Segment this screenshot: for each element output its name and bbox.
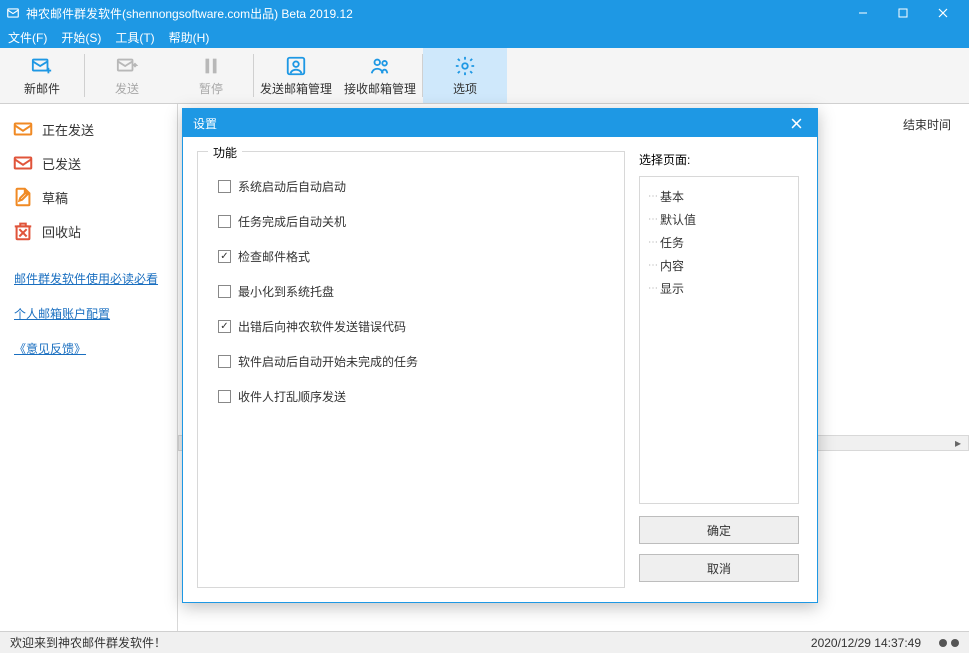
tree-item-label: 默认值 bbox=[660, 211, 696, 228]
checkbox[interactable] bbox=[218, 390, 231, 403]
scroll-right-icon[interactable]: ▸ bbox=[948, 436, 968, 450]
toolbar-label: 选项 bbox=[453, 80, 477, 97]
dialog-title: 设置 bbox=[193, 115, 217, 132]
tree-node-icon: ⋯ bbox=[648, 191, 657, 202]
column-end-time: 结束时间 bbox=[903, 116, 951, 133]
sidebar-label: 正在发送 bbox=[42, 120, 94, 139]
sidebar-item-trash[interactable]: 回收站 bbox=[0, 214, 177, 248]
tree-item[interactable]: ⋯内容 bbox=[646, 254, 792, 277]
option-row[interactable]: 出错后向神农软件发送错误代码 bbox=[218, 318, 604, 335]
close-button[interactable] bbox=[923, 0, 963, 26]
trash-icon bbox=[12, 220, 34, 242]
option-row[interactable]: 收件人打乱顺序发送 bbox=[218, 388, 604, 405]
checkbox[interactable] bbox=[218, 180, 231, 193]
tree-item-label: 基本 bbox=[660, 188, 684, 205]
dialog-title-bar: 设置 bbox=[183, 109, 817, 137]
select-page-label: 选择页面: bbox=[639, 151, 799, 168]
sidebar-item-sent[interactable]: 已发送 bbox=[0, 146, 177, 180]
toolbar-options[interactable]: 选项 bbox=[423, 48, 507, 103]
toolbar-recv-mgmt[interactable]: 接收邮箱管理 bbox=[338, 48, 422, 103]
option-row[interactable]: 系统启动后自动启动 bbox=[218, 178, 604, 195]
group-label: 功能 bbox=[208, 144, 242, 161]
option-label: 软件启动后自动开始未完成的任务 bbox=[238, 353, 418, 370]
status-welcome: 欢迎来到神农邮件群发软件！ bbox=[10, 634, 166, 651]
mail-sent-icon bbox=[12, 152, 34, 174]
close-icon bbox=[791, 118, 802, 129]
toolbar-new-mail[interactable]: 新邮件 bbox=[0, 48, 84, 103]
tree-node-icon: ⋯ bbox=[648, 237, 657, 248]
dialog-close-button[interactable] bbox=[785, 112, 807, 134]
checkbox[interactable] bbox=[218, 215, 231, 228]
menu-bar: 文件(F) 开始(S) 工具(T) 帮助(H) bbox=[0, 26, 969, 48]
option-row[interactable]: 检查邮件格式 bbox=[218, 248, 604, 265]
sidebar-link-readme[interactable]: 邮件群发软件使用必读必看 bbox=[14, 270, 163, 287]
mail-sending-icon bbox=[12, 118, 34, 140]
minimize-button[interactable] bbox=[843, 0, 883, 26]
tree-item[interactable]: ⋯默认值 bbox=[646, 208, 792, 231]
ok-button[interactable]: 确定 bbox=[639, 516, 799, 544]
sidebar-label: 草稿 bbox=[42, 188, 68, 207]
sidebar: 正在发送 已发送 草稿 回收站 邮件群发软件使用必读必看 个人邮箱账户配置 《意… bbox=[0, 104, 178, 631]
status-indicator-icon bbox=[939, 639, 959, 647]
gear-icon bbox=[454, 55, 476, 77]
tree-item[interactable]: ⋯基本 bbox=[646, 185, 792, 208]
sidebar-item-draft[interactable]: 草稿 bbox=[0, 180, 177, 214]
tree-item-label: 显示 bbox=[660, 280, 684, 297]
checkbox[interactable] bbox=[218, 355, 231, 368]
option-label: 任务完成后自动关机 bbox=[238, 213, 346, 230]
option-row[interactable]: 软件启动后自动开始未完成的任务 bbox=[218, 353, 604, 370]
mail-plus-icon bbox=[31, 55, 53, 77]
option-label: 最小化到系统托盘 bbox=[238, 283, 334, 300]
maximize-button[interactable] bbox=[883, 0, 923, 26]
sidebar-label: 回收站 bbox=[42, 222, 81, 241]
toolbar-send-mgmt[interactable]: 发送邮箱管理 bbox=[254, 48, 338, 103]
sidebar-item-sending[interactable]: 正在发送 bbox=[0, 112, 177, 146]
tree-node-icon: ⋯ bbox=[648, 260, 657, 271]
toolbar-label: 暂停 bbox=[199, 80, 223, 97]
cancel-button[interactable]: 取消 bbox=[639, 554, 799, 582]
window-title: 神农邮件群发软件(shennongsoftware.com出品) Beta 20… bbox=[26, 5, 843, 22]
tree-node-icon: ⋯ bbox=[648, 283, 657, 294]
menu-file[interactable]: 文件(F) bbox=[8, 29, 47, 46]
checkbox[interactable] bbox=[218, 285, 231, 298]
checkbox[interactable] bbox=[218, 320, 231, 333]
sidebar-link-account[interactable]: 个人邮箱账户配置 bbox=[14, 305, 163, 322]
users-icon bbox=[369, 55, 391, 77]
toolbar-label: 发送邮箱管理 bbox=[260, 80, 332, 97]
option-label: 收件人打乱顺序发送 bbox=[238, 388, 346, 405]
option-label: 检查邮件格式 bbox=[238, 248, 310, 265]
title-bar: 神农邮件群发软件(shennongsoftware.com出品) Beta 20… bbox=[0, 0, 969, 26]
status-bar: 欢迎来到神农邮件群发软件！ 2020/12/29 14:37:49 bbox=[0, 631, 969, 653]
status-datetime: 2020/12/29 14:37:49 bbox=[811, 636, 921, 650]
menu-start[interactable]: 开始(S) bbox=[61, 29, 101, 46]
option-row[interactable]: 最小化到系统托盘 bbox=[218, 283, 604, 300]
option-label: 系统启动后自动启动 bbox=[238, 178, 346, 195]
sidebar-label: 已发送 bbox=[42, 154, 81, 173]
toolbar-label: 发送 bbox=[115, 80, 139, 97]
option-label: 出错后向神农软件发送错误代码 bbox=[238, 318, 406, 335]
option-row[interactable]: 任务完成后自动关机 bbox=[218, 213, 604, 230]
toolbar-label: 接收邮箱管理 bbox=[344, 80, 416, 97]
app-icon bbox=[6, 6, 20, 20]
sidebar-link-feedback[interactable]: 《意见反馈》 bbox=[14, 340, 163, 357]
user-box-icon bbox=[285, 55, 307, 77]
draft-icon bbox=[12, 186, 34, 208]
toolbar-label: 新邮件 bbox=[24, 80, 60, 97]
toolbar: 新邮件 发送 暂停 发送邮箱管理 接收邮箱管理 选项 bbox=[0, 48, 969, 104]
pause-icon bbox=[200, 55, 222, 77]
send-icon bbox=[116, 55, 138, 77]
settings-dialog: 设置 功能 系统启动后自动启动任务完成后自动关机检查邮件格式最小化到系统托盘出错… bbox=[182, 108, 818, 603]
checkbox[interactable] bbox=[218, 250, 231, 263]
page-tree: ⋯基本⋯默认值⋯任务⋯内容⋯显示 bbox=[639, 176, 799, 504]
tree-item-label: 内容 bbox=[660, 257, 684, 274]
toolbar-send[interactable]: 发送 bbox=[85, 48, 169, 103]
menu-tools[interactable]: 工具(T) bbox=[115, 29, 154, 46]
tree-item[interactable]: ⋯显示 bbox=[646, 277, 792, 300]
menu-help[interactable]: 帮助(H) bbox=[169, 29, 210, 46]
toolbar-pause[interactable]: 暂停 bbox=[169, 48, 253, 103]
tree-node-icon: ⋯ bbox=[648, 214, 657, 225]
dialog-options-group: 功能 系统启动后自动启动任务完成后自动关机检查邮件格式最小化到系统托盘出错后向神… bbox=[197, 151, 625, 588]
tree-item[interactable]: ⋯任务 bbox=[646, 231, 792, 254]
tree-item-label: 任务 bbox=[660, 234, 684, 251]
